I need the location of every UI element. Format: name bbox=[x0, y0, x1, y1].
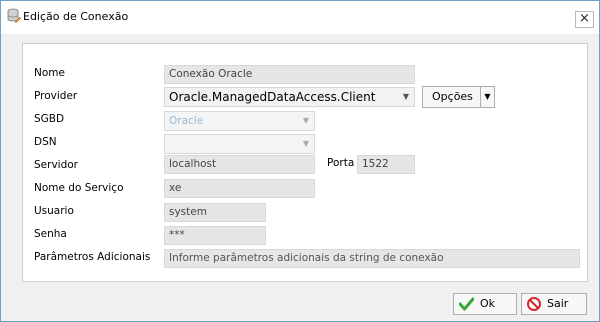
form-panel: Nome Conexão Oracle Provider Oracle.Mana… bbox=[22, 43, 588, 282]
sgbd-select[interactable]: Oracle ▼ bbox=[164, 111, 315, 131]
window-title: Edição de Conexão bbox=[23, 10, 129, 23]
params-field[interactable]: Informe parâmetros adicionais da string … bbox=[164, 249, 580, 268]
provider-value: Oracle.ManagedDataAccess.Client bbox=[169, 90, 376, 104]
checkmark-icon bbox=[459, 297, 474, 311]
servico-label: Nome do Serviço bbox=[34, 182, 124, 194]
usuario-field[interactable]: system bbox=[164, 203, 266, 222]
servidor-field[interactable]: localhost bbox=[164, 155, 315, 174]
opcoes-label: Opções bbox=[432, 90, 473, 103]
ok-label: Ok bbox=[480, 297, 496, 310]
porta-label: Porta bbox=[327, 157, 355, 169]
title-bar: Edição de Conexão × bbox=[1, 1, 599, 34]
servidor-label: Servidor bbox=[34, 159, 78, 171]
sgbd-value: Oracle bbox=[169, 115, 204, 127]
senha-field[interactable]: *** bbox=[164, 226, 266, 245]
dsn-label: DSN bbox=[34, 136, 57, 148]
porta-field[interactable]: 1522 bbox=[357, 155, 415, 174]
provider-label: Provider bbox=[34, 90, 78, 102]
ok-button[interactable]: Ok bbox=[453, 293, 517, 315]
provider-select[interactable]: Oracle.ManagedDataAccess.Client ▼ bbox=[164, 87, 415, 107]
sair-button[interactable]: Sair bbox=[521, 293, 587, 315]
nome-label: Nome bbox=[34, 67, 65, 79]
senha-label: Senha bbox=[34, 228, 67, 240]
triangle-down-icon: ▼ bbox=[302, 116, 309, 125]
params-label: Parâmetros Adicionais bbox=[34, 251, 151, 263]
connection-edit-dialog: Edição de Conexão × Nome Conexão Oracle … bbox=[0, 0, 600, 322]
usuario-label: Usuario bbox=[34, 205, 74, 217]
servico-field[interactable]: xe bbox=[164, 179, 315, 198]
close-icon: × bbox=[579, 11, 590, 26]
triangle-down-icon: ▼ bbox=[302, 139, 309, 148]
opcoes-dropdown-icon[interactable]: ▼ bbox=[480, 87, 494, 107]
dsn-select[interactable]: ▼ bbox=[164, 134, 315, 154]
close-button[interactable]: × bbox=[575, 11, 594, 28]
database-edit-icon bbox=[7, 8, 21, 24]
nome-field[interactable]: Conexão Oracle bbox=[164, 65, 415, 84]
triangle-down-icon: ▼ bbox=[402, 92, 409, 101]
opcoes-button[interactable]: Opções ▼ bbox=[422, 86, 495, 108]
sair-label: Sair bbox=[547, 297, 569, 310]
no-entry-icon bbox=[527, 297, 541, 311]
sgbd-label: SGBD bbox=[34, 113, 65, 125]
